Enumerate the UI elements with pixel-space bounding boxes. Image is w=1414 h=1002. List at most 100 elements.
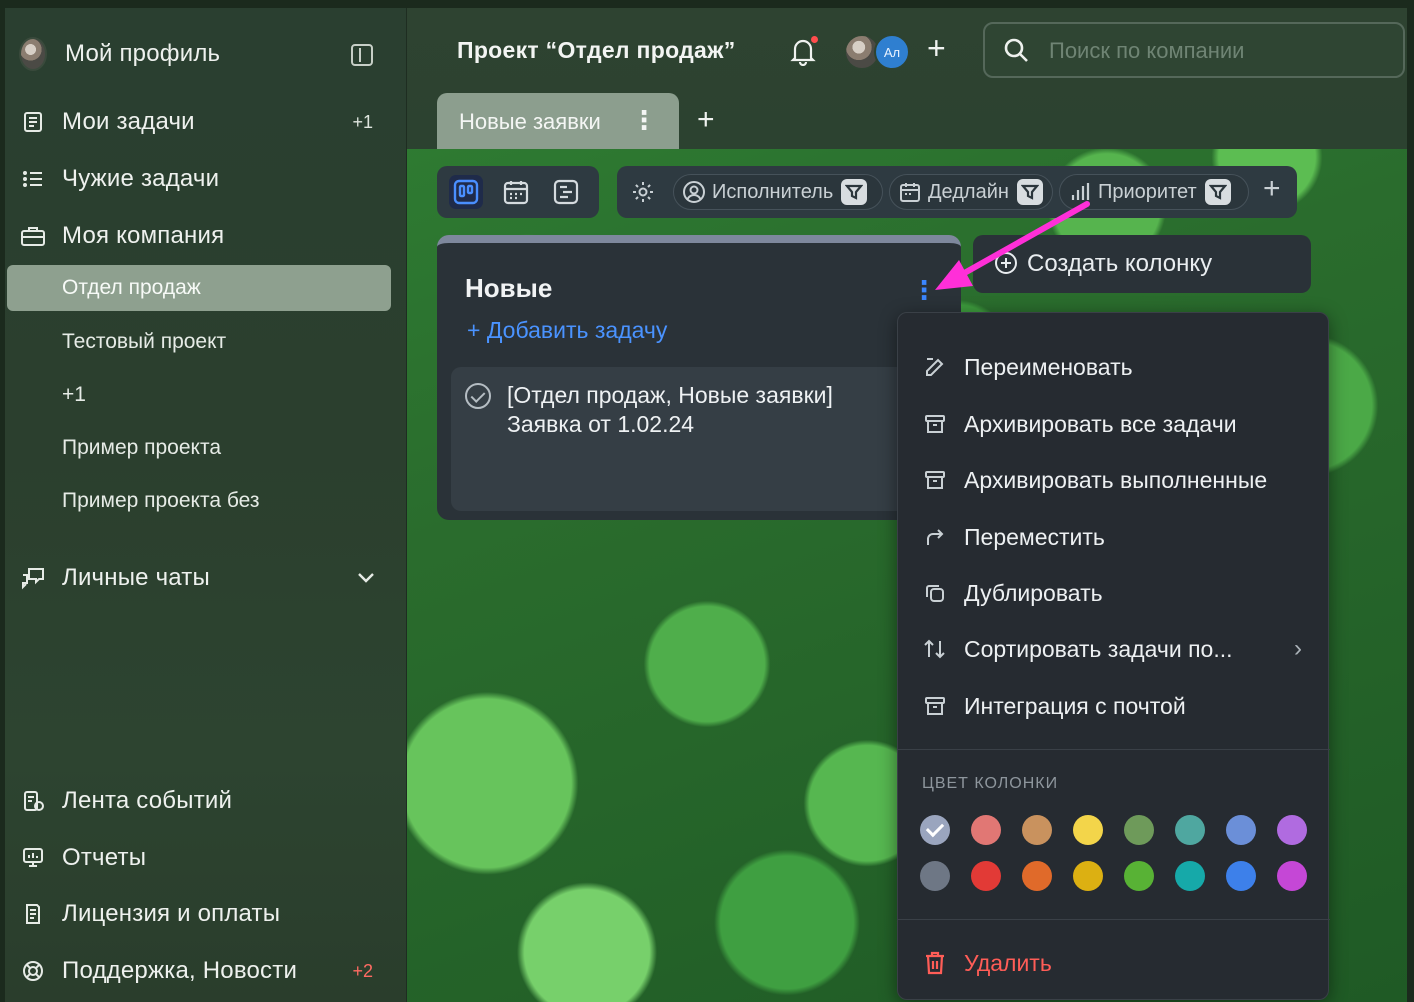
color-swatch[interactable]: [1073, 861, 1103, 891]
color-swatch[interactable]: [971, 861, 1001, 891]
sidebar-project-item[interactable]: Пример проекта без: [5, 478, 407, 524]
sidebar-item-other-tasks[interactable]: Чужие задачи: [5, 155, 407, 203]
filter-assignee[interactable]: Исполнитель: [673, 174, 883, 210]
chevron-down-icon[interactable]: [355, 566, 377, 595]
menu-item-label: Удалить: [964, 949, 1052, 976]
sidebar-item-label: +1: [62, 383, 86, 406]
add-filter-button[interactable]: +: [1263, 172, 1281, 206]
color-swatch[interactable]: [920, 815, 950, 845]
color-section-title: ЦВЕТ КОЛОНКИ: [922, 775, 1059, 792]
notification-dot: [811, 36, 818, 43]
list-icon: [19, 165, 47, 193]
calendar-icon: [898, 180, 922, 204]
funnel-icon[interactable]: [1204, 179, 1231, 205]
top-bar: Проект “Отдел продаж” Ал + Поиск по комп…: [407, 8, 1407, 149]
bar-chart-icon: [1068, 180, 1092, 204]
sidebar-item-label: Моя компания: [62, 222, 225, 249]
color-swatch[interactable]: [1124, 815, 1154, 845]
menu-item-duplicate[interactable]: Дублировать: [898, 565, 1330, 621]
sidebar-item-label: Отдел продаж: [62, 276, 201, 299]
column-more-icon[interactable]: ⋮: [911, 275, 937, 306]
menu-item-sort[interactable]: Сортировать задачи по... ›: [898, 621, 1330, 677]
sidebar-item-profile[interactable]: Мой профиль: [5, 30, 407, 78]
sidebar-item-label: Пример проекта: [62, 436, 222, 459]
task-list-icon: [19, 108, 47, 136]
menu-item-move[interactable]: Переместить: [898, 509, 1330, 565]
count-badge: +1: [352, 111, 373, 132]
menu-item-archive-all[interactable]: Архивировать все задачи: [898, 396, 1330, 452]
sidebar-item-label: Мои задачи: [62, 108, 195, 135]
sidebar-item-support[interactable]: Поддержка, Новости +2: [5, 947, 407, 995]
color-swatch[interactable]: [920, 861, 950, 891]
color-swatch[interactable]: [1277, 815, 1307, 845]
filter-deadline[interactable]: Дедлайн: [889, 174, 1053, 210]
menu-item-rename[interactable]: Переименовать: [898, 339, 1330, 395]
sidebar-project-item[interactable]: Пример проекта: [5, 425, 407, 471]
chevron-right-icon: ›: [1294, 635, 1302, 662]
gantt-view-icon[interactable]: [549, 175, 583, 209]
sidebar-item-reports[interactable]: Отчеты: [5, 834, 407, 882]
chat-icon: [19, 564, 47, 592]
collapse-sidebar-icon[interactable]: [351, 44, 373, 66]
add-tab-button[interactable]: +: [697, 103, 715, 137]
sidebar: Мой профиль Мои задачи +1 Чужие задачи М…: [5, 8, 407, 1002]
menu-item-label: Интеграция с почтой: [964, 692, 1186, 719]
add-task-button[interactable]: + Добавить задачу: [467, 317, 667, 344]
filter-label: Исполнитель: [712, 180, 834, 203]
task-title-line: Заявка от 1.02.24: [507, 411, 695, 437]
menu-item-label: Сортировать задачи по...: [964, 635, 1233, 662]
sidebar-item-label: Тестовый проект: [62, 330, 227, 353]
plus-circle-icon: [993, 250, 1019, 281]
column-context-menu: Переименовать Архивировать все задачи Ар…: [897, 312, 1330, 1000]
menu-item-mail-integration[interactable]: Интеграция с почтой: [898, 678, 1330, 734]
sidebar-item-label: Чужие задачи: [62, 165, 220, 192]
sidebar-item-my-company[interactable]: Моя компания: [5, 212, 407, 260]
sidebar-item-my-tasks[interactable]: Мои задачи +1: [5, 98, 407, 146]
color-swatch[interactable]: [1022, 815, 1052, 845]
sidebar-item-personal-chats[interactable]: Личные чаты: [5, 554, 407, 602]
color-swatch[interactable]: [1073, 815, 1103, 845]
color-swatch[interactable]: [1022, 861, 1052, 891]
task-card[interactable]: [Отдел продаж, Новые заявки] Заявка от 1…: [451, 367, 951, 511]
color-swatch[interactable]: [971, 815, 1001, 845]
filter-label: Приоритет: [1098, 180, 1197, 203]
search-input[interactable]: Поиск по компании: [983, 22, 1405, 78]
archive-icon: [922, 467, 948, 493]
kanban-view-icon[interactable]: [449, 175, 483, 209]
document-icon: [19, 900, 47, 928]
color-swatch[interactable]: [1175, 815, 1205, 845]
sidebar-item-license[interactable]: Лицензия и оплаты: [5, 890, 407, 938]
column-title: Новые: [465, 273, 553, 303]
color-swatch[interactable]: [1226, 861, 1256, 891]
sidebar-item-events[interactable]: Лента событий: [5, 777, 407, 825]
gear-icon[interactable]: [631, 180, 655, 209]
tab-new-requests[interactable]: Новые заявки ⋮: [437, 93, 679, 149]
menu-item-delete[interactable]: Удалить: [898, 935, 1330, 991]
menu-item-label: Переименовать: [964, 353, 1133, 380]
sidebar-project-item[interactable]: +1: [5, 372, 407, 418]
create-column-button[interactable]: Создать колонку: [973, 235, 1311, 293]
move-arrow-icon: [922, 524, 948, 550]
task-checkbox[interactable]: [465, 383, 491, 409]
tab-more-icon[interactable]: ⋮: [631, 105, 657, 136]
create-column-label: Создать колонку: [1027, 250, 1213, 277]
menu-item-archive-done[interactable]: Архивировать выполненные: [898, 452, 1330, 508]
color-swatch[interactable]: [1175, 861, 1205, 891]
color-swatch[interactable]: [1226, 815, 1256, 845]
sidebar-item-label: Поддержка, Новости: [62, 957, 298, 984]
filter-label: Дедлайн: [928, 180, 1009, 203]
sidebar-project-item[interactable]: Тестовый проект: [5, 319, 407, 365]
event-feed-icon: [19, 787, 47, 815]
color-swatch[interactable]: [1124, 861, 1154, 891]
color-swatch[interactable]: [1277, 861, 1307, 891]
funnel-icon[interactable]: [841, 179, 868, 205]
avatar[interactable]: Ал: [874, 34, 910, 70]
trash-icon: [922, 950, 948, 976]
sidebar-project-item[interactable]: Отдел продаж: [7, 265, 391, 311]
funnel-icon[interactable]: [1016, 179, 1043, 205]
calendar-view-icon[interactable]: [499, 175, 533, 209]
filter-priority[interactable]: Приоритет: [1059, 174, 1249, 210]
sidebar-item-label: Пример проекта без: [62, 489, 260, 512]
search-icon: [1003, 37, 1031, 70]
add-member-button[interactable]: +: [927, 30, 946, 67]
